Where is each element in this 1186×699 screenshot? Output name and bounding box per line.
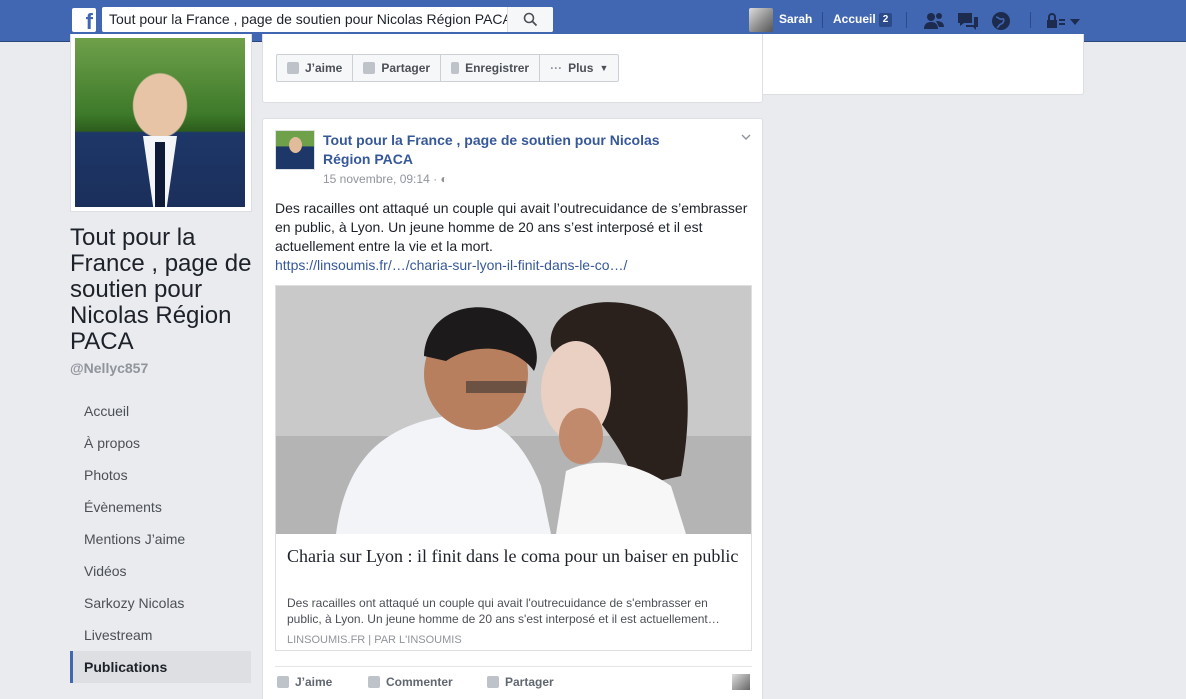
search-button[interactable] bbox=[507, 7, 553, 32]
page-handle[interactable]: @Nellyc857 bbox=[70, 360, 148, 376]
post-actions-bar: J’aime Commenter Partager bbox=[275, 666, 752, 698]
post-message: Des racailles ont attaqué un couple qui … bbox=[275, 200, 748, 254]
profile-photo bbox=[75, 38, 245, 207]
notifications-globe-icon[interactable] bbox=[989, 10, 1013, 32]
sidebar-item-accueil[interactable]: Accueil bbox=[70, 395, 251, 427]
post-link[interactable]: https://linsoumis.fr/…/charia-sur-lyon-i… bbox=[275, 257, 627, 273]
post-options-chevron-icon[interactable] bbox=[741, 132, 751, 142]
page-actions-card: J’aime Partager Enregistrer ··· Plus ▼ bbox=[262, 34, 763, 103]
divider bbox=[906, 12, 907, 28]
public-globe-icon: ◐ bbox=[440, 172, 448, 186]
home-link[interactable]: Accueil bbox=[833, 12, 876, 26]
share-page-button[interactable]: Partager bbox=[353, 55, 442, 81]
like-button[interactable]: J’aime bbox=[277, 675, 332, 689]
share-arrow-icon bbox=[487, 676, 499, 688]
thumbs-up-icon bbox=[277, 676, 289, 688]
link-preview[interactable]: Charia sur Lyon : il finit dans le coma … bbox=[275, 285, 752, 651]
share-button[interactable]: Partager bbox=[487, 675, 554, 689]
sidebar-item-a-propos[interactable]: À propos bbox=[70, 427, 251, 459]
friend-requests-icon[interactable] bbox=[922, 10, 946, 32]
page-title: Tout pour la France , page de soutien po… bbox=[70, 224, 252, 355]
sidebar-item-photos[interactable]: Photos bbox=[70, 459, 251, 491]
search-input[interactable]: Tout pour la France , page de soutien po… bbox=[109, 11, 509, 27]
more-dots-icon: ··· bbox=[550, 61, 563, 75]
comment-icon bbox=[368, 676, 380, 688]
sidebar-item-sarkozy-nicolas[interactable]: Sarkozy Nicolas bbox=[70, 587, 251, 619]
post-timestamp[interactable]: 15 novembre, 09:14 · ◐ bbox=[323, 172, 448, 186]
search-icon bbox=[523, 12, 538, 27]
comment-button[interactable]: Commenter bbox=[368, 675, 453, 689]
like-page-button[interactable]: J’aime bbox=[277, 55, 354, 81]
page-navigation: Accueil À propos Photos Évènements Menti… bbox=[70, 395, 251, 683]
thumbs-up-icon bbox=[287, 62, 299, 74]
post-author-name[interactable]: Tout pour la France , page de soutien po… bbox=[323, 131, 683, 169]
more-button[interactable]: ··· Plus ▼ bbox=[540, 55, 618, 81]
search-box[interactable]: Tout pour la France , page de soutien po… bbox=[102, 7, 553, 32]
sidebar-item-publications[interactable]: Publications bbox=[70, 651, 251, 683]
page-profile-picture[interactable] bbox=[70, 34, 252, 212]
link-preview-description: Des racailles ont attaqué un couple qui … bbox=[287, 596, 720, 626]
share-arrow-icon bbox=[363, 62, 376, 74]
post-author-avatar[interactable] bbox=[275, 130, 315, 170]
home-count-badge: 2 bbox=[879, 13, 892, 27]
messages-icon[interactable] bbox=[956, 10, 980, 32]
sidebar-item-mentions-jaime[interactable]: Mentions J’aime bbox=[70, 523, 251, 555]
link-preview-source: LINSOUMIS.FR | PAR L'INSOUMIS bbox=[287, 634, 462, 646]
facebook-logo[interactable]: f bbox=[72, 8, 96, 34]
sidebar-item-videos[interactable]: Vidéos bbox=[70, 555, 251, 587]
account-menu-chevron-icon[interactable] bbox=[1068, 10, 1082, 32]
sidebar-item-livestream[interactable]: Livestream bbox=[70, 619, 251, 651]
sidebar-item-evenements[interactable]: Évènements bbox=[70, 491, 251, 523]
react-as-avatar[interactable] bbox=[732, 674, 750, 690]
post-card: Tout pour la France , page de soutien po… bbox=[262, 118, 763, 699]
right-column-card bbox=[763, 34, 1084, 95]
divider bbox=[1030, 12, 1031, 28]
page-action-buttons: J’aime Partager Enregistrer ··· Plus ▼ bbox=[276, 54, 620, 82]
privacy-lock-icon[interactable] bbox=[1044, 10, 1068, 32]
divider bbox=[822, 12, 823, 28]
link-preview-image[interactable] bbox=[276, 286, 751, 534]
avatar bbox=[749, 8, 773, 32]
chevron-down-icon: ▼ bbox=[599, 63, 609, 73]
bookmark-icon bbox=[451, 62, 460, 74]
save-page-button[interactable]: Enregistrer bbox=[441, 55, 541, 81]
link-preview-title[interactable]: Charia sur Lyon : il finit dans le coma … bbox=[287, 545, 742, 567]
user-name: Sarah bbox=[779, 12, 813, 26]
